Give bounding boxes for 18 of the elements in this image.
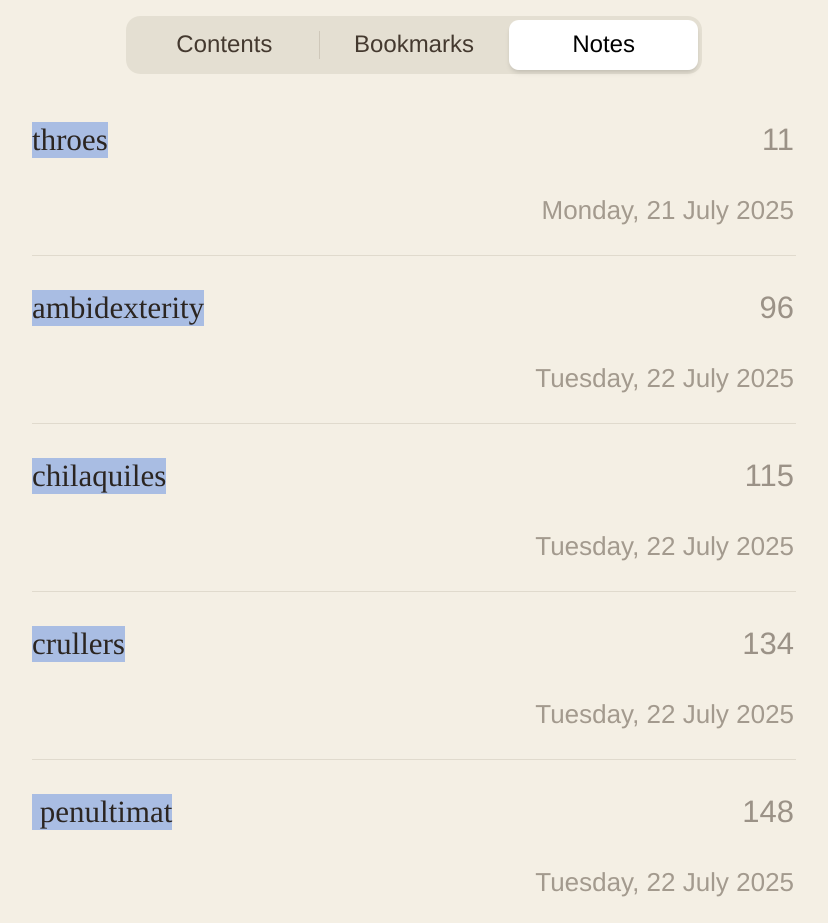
page-number: 96 [760, 288, 794, 327]
highlighted-text[interactable]: chilaquiles [32, 458, 166, 494]
tab[interactable]: Bookmarks [320, 20, 508, 70]
highlighted-text[interactable]: ambidexterity [32, 290, 204, 326]
tab[interactable]: Contents [130, 20, 319, 70]
note-date: Tuesday, 22 July 2025 [535, 362, 794, 394]
highlighted-text[interactable]: crullers [32, 626, 125, 662]
note-date: Tuesday, 22 July 2025 [535, 866, 794, 898]
page-number: 148 [742, 792, 794, 831]
page-number: 115 [744, 456, 794, 495]
page-number: 11 [762, 120, 794, 159]
tab[interactable]: Notes [509, 20, 698, 70]
note-date: Tuesday, 22 July 2025 [535, 530, 794, 562]
note-date: Tuesday, 22 July 2025 [535, 698, 794, 730]
note-date: Monday, 21 July 2025 [542, 194, 794, 226]
highlighted-text[interactable]: penultimat [32, 794, 172, 830]
highlighted-text[interactable]: throes [32, 122, 108, 158]
page-number: 134 [742, 624, 794, 663]
